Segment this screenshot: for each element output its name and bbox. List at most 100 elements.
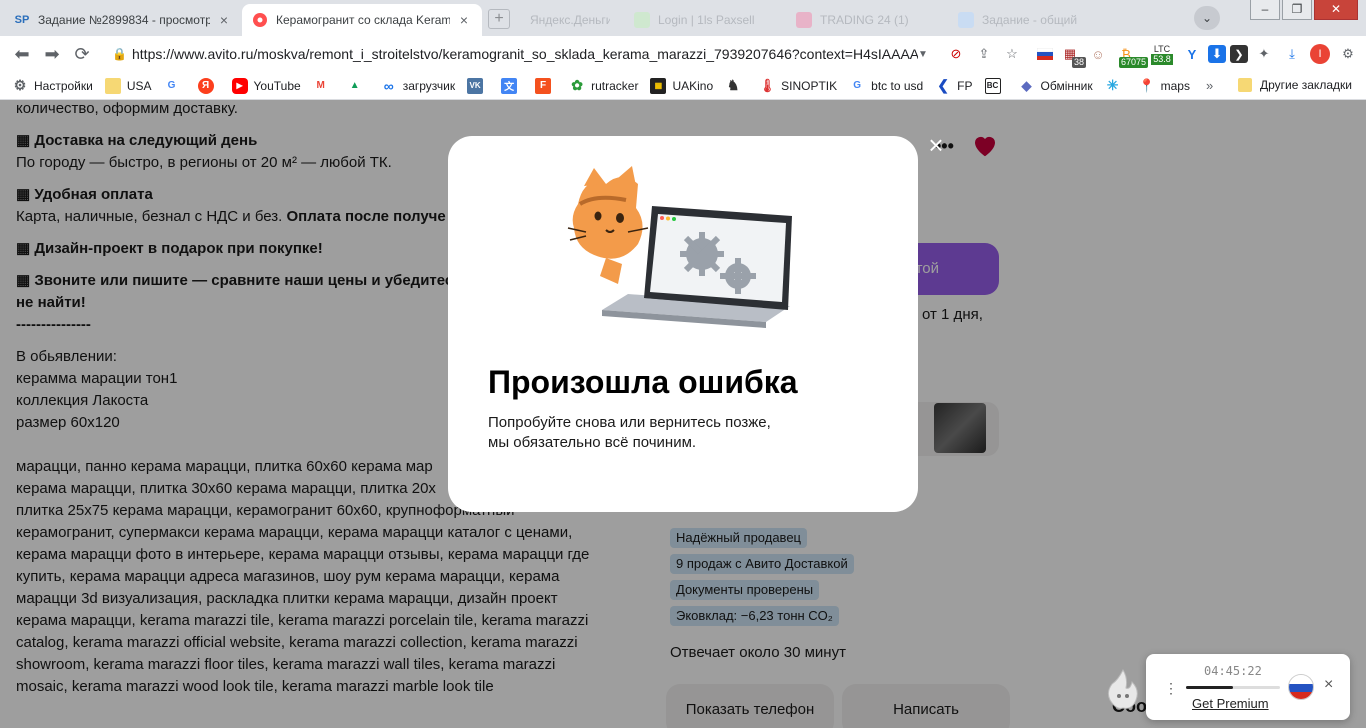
rutracker-icon: ✿	[571, 77, 583, 93]
vpn-close-icon[interactable]: ×	[1324, 676, 1333, 694]
tab-zadanie[interactable]: SP Задание №2899834 - просмотр з ×	[4, 4, 242, 36]
minimize-button[interactable]: –	[1250, 0, 1280, 20]
bookmark-usa[interactable]: USA	[104, 77, 152, 94]
tab-close-icon[interactable]: ×	[216, 12, 232, 28]
bookmark-star[interactable]: ✳	[1105, 77, 1127, 94]
bookmark-sinoptik[interactable]: 🌡 SINOPTIK	[759, 78, 837, 94]
bookmark-star-icon[interactable]: ☆	[1000, 42, 1024, 66]
dropdown-icon[interactable]: ▼	[918, 49, 932, 60]
address-bar[interactable]: 🔒 https://www.avito.ru/moskva/remont_i_s…	[104, 40, 940, 68]
back-arrow-icon[interactable]: ⬅	[10, 42, 34, 66]
face-extension-icon[interactable]: ☺	[1086, 42, 1110, 66]
youtube-icon: ▶	[231, 77, 248, 94]
bookmark-maps[interactable]: 📍 maps	[1139, 78, 1190, 94]
browser-toolbar: ⬅ ➡ ⟳ 🔒 https://www.avito.ru/moskva/remo…	[0, 36, 1366, 72]
bookmark-vk[interactable]: VK	[467, 77, 489, 94]
block-icon[interactable]: ⊘	[944, 42, 968, 66]
tab-favicon	[634, 12, 650, 28]
tab-favicon	[796, 12, 812, 28]
google-icon: G	[853, 80, 862, 91]
tab-ghost-3[interactable]: TRADING 24 (1)	[786, 4, 936, 36]
cat-laptop-illustration	[567, 166, 792, 328]
vpn-progress-fill	[1186, 686, 1233, 689]
new-tab-button[interactable]: +	[488, 9, 510, 29]
bc-icon: BC	[984, 77, 1001, 94]
bookmarks-overflow-icon[interactable]: »	[1206, 78, 1213, 93]
bookmark-rutracker[interactable]: ✿ rutracker	[569, 77, 638, 94]
bookmark-uakino[interactable]: ▦ UAKino	[650, 77, 713, 94]
bookmark-youtube[interactable]: ▶ YouTube	[231, 77, 301, 94]
bookmark-drive[interactable]: ▲	[347, 78, 369, 94]
terminal-icon[interactable]: ❯	[1230, 45, 1248, 63]
extension-38-icon[interactable]: ▦ 38	[1058, 42, 1086, 68]
menu-gear-icon[interactable]: ⚙	[1336, 42, 1360, 66]
vpn-timer: 04:45:22	[1204, 664, 1262, 678]
bitcoin-icon[interactable]: ₿ 67075	[1114, 42, 1148, 68]
bookmark-translate[interactable]: 文	[501, 77, 523, 94]
reload-icon[interactable]: ⟳	[70, 42, 94, 66]
error-message-line-2: мы обязательно всё починим.	[488, 434, 697, 451]
vpn-russia-flag-icon[interactable]	[1288, 674, 1314, 700]
diamond-icon: ◆	[1021, 77, 1032, 93]
profile-avatar[interactable]: I	[1308, 42, 1332, 66]
bookmark-gmail[interactable]: M	[313, 78, 335, 94]
tab-title: Керамогранит со склада Kerama M	[276, 13, 450, 27]
tab-title: TRADING 24 (1)	[820, 13, 909, 27]
tab-search-button[interactable]: ⌄	[1194, 6, 1220, 30]
other-bookmarks[interactable]: Другие закладки	[1238, 78, 1352, 92]
downloads-icon[interactable]: ⤓	[1280, 42, 1304, 66]
tab-avito[interactable]: Керамогранит со склада Kerama M ×	[242, 4, 482, 36]
folder-icon	[104, 77, 121, 94]
tab-close-icon[interactable]: ×	[456, 12, 472, 28]
tab-ghost-1[interactable]: Яндекс.Деньги (2)	[520, 4, 620, 36]
russia-flag-icon[interactable]	[1036, 42, 1054, 66]
avito-icon	[252, 12, 268, 28]
tab-favicon	[958, 12, 974, 28]
bookmark-chess[interactable]: ♞	[725, 77, 747, 94]
fp-icon: ❮	[937, 77, 950, 93]
bookmark-yandex[interactable]: Я	[197, 77, 220, 94]
error-message: Попробуйте снова или вернитесь позже, мы…	[488, 413, 808, 453]
download-extension-icon[interactable]: ⬇	[1208, 45, 1226, 63]
vpn-progress-bar	[1186, 686, 1280, 689]
bookmark-google[interactable]: G	[164, 78, 186, 94]
tab-ghost-4[interactable]: Задание - общий	[948, 4, 1098, 36]
bookmark-fp[interactable]: ❮ FP	[935, 77, 972, 94]
star-icon: ✳	[1106, 77, 1119, 93]
url-text[interactable]: https://www.avito.ru/moskva/remont_i_str…	[132, 46, 918, 62]
bookmark-bc[interactable]: BC	[984, 77, 1007, 94]
share-icon[interactable]: ⇪	[972, 42, 996, 66]
bookmark-obminnik[interactable]: ◆ Обмінник	[1019, 78, 1093, 94]
v-extension-icon[interactable]: Y	[1180, 42, 1204, 66]
tab-title: Login | 1ls Paxsell	[658, 13, 755, 27]
tab-title: Задание №2899834 - просмотр з	[38, 13, 210, 27]
google-icon: G	[167, 80, 176, 91]
folder-icon	[1238, 78, 1252, 92]
thermometer-icon: 🌡	[758, 77, 776, 93]
uakino-icon: ▦	[650, 77, 667, 94]
vpn-more-icon[interactable]: ⋮	[1164, 680, 1178, 697]
forward-arrow-icon[interactable]: ➡	[40, 42, 64, 66]
sp-favicon: SP	[14, 14, 30, 26]
close-window-button[interactable]: ✕	[1314, 0, 1358, 20]
tab-title: Яндекс.Деньги (2)	[530, 13, 610, 27]
litecoin-extension[interactable]: LTC 53.8	[1148, 42, 1176, 66]
vpn-flame-logo-icon[interactable]	[1106, 668, 1140, 710]
modal-close-icon[interactable]: ×	[922, 132, 950, 160]
gmail-icon: M	[316, 80, 325, 91]
bookmark-f[interactable]: F	[535, 77, 557, 94]
tab-ghost-2[interactable]: Login | 1ls Paxsell	[624, 4, 774, 36]
toolbar-icons: ⊘ ⇪ ☆ ▦ 38 ☺ ₿ 67075 LTC 53.8 Y ⬇ ❯ ✦ ⤓ I …	[944, 42, 1364, 68]
bookmark-settings[interactable]: ⚙ Настройки	[12, 77, 93, 94]
ltc-label: LTC	[1153, 43, 1171, 54]
bookmark-zagruzchik[interactable]: ∞ загрузчик	[381, 78, 455, 94]
bookmark-btc[interactable]: Gbtc to usd	[849, 78, 923, 94]
maps-icon: 📍	[1138, 77, 1155, 93]
error-message-line-1: Попробуйте снова или вернитесь позже,	[488, 414, 771, 431]
gear-icon: ⚙	[13, 77, 27, 93]
puzzle-icon[interactable]: ✦	[1252, 42, 1276, 66]
maximize-button[interactable]: ❐	[1282, 0, 1312, 20]
chess-icon: ♞	[726, 77, 740, 93]
get-premium-link[interactable]: Get Premium	[1192, 696, 1269, 711]
error-title: Произошла ошибка	[488, 364, 798, 400]
